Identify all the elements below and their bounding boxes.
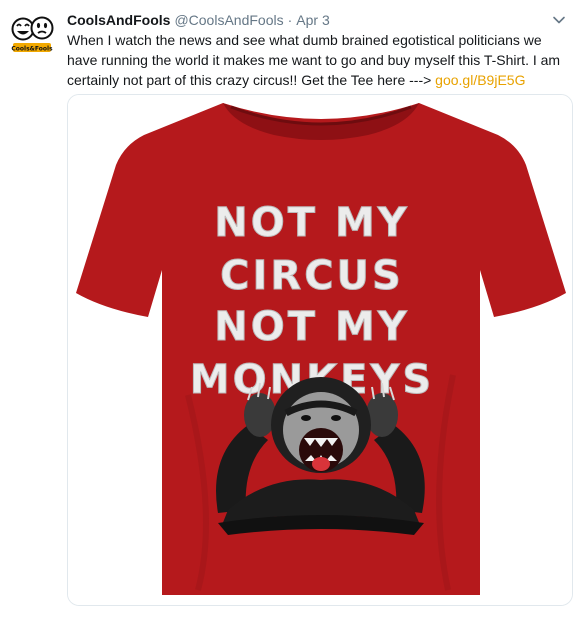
tweet-media-image[interactable]: NOT MY CIRCUS NOT MY MONKEYS — [67, 94, 573, 606]
smiley-faces-logo-icon: Cools&Fools — [11, 16, 54, 53]
author-handle[interactable]: @CoolsAndFools — [174, 12, 283, 28]
author-name[interactable]: CoolsAndFools — [67, 12, 170, 28]
shirt-text-line-1: NOT MY — [214, 200, 409, 246]
avatar[interactable]: Cools&Fools — [8, 10, 56, 58]
tweet-date[interactable]: Apr 3 — [296, 12, 329, 28]
tweet-text: When I watch the news and see what dumb … — [67, 30, 572, 90]
tweet-link[interactable]: goo.gl/B9jE5G — [435, 72, 525, 88]
shirt-text-line-2: CIRCUS — [220, 253, 404, 299]
tweet-header: CoolsAndFools @CoolsAndFools · Apr 3 — [67, 10, 330, 30]
tweet[interactable]: Cools&Fools CoolsAndFools @CoolsAndFools ·… — [0, 0, 584, 619]
tshirt-image: NOT MY CIRCUS NOT MY MONKEYS — [68, 95, 572, 605]
svg-text:Cools&Fools: Cools&Fools — [11, 46, 53, 53]
separator-dot: · — [287, 12, 293, 28]
chevron-down-icon — [553, 16, 565, 24]
tweet-menu-button[interactable] — [549, 10, 569, 30]
shirt-text-line-3: NOT MY — [214, 304, 409, 350]
